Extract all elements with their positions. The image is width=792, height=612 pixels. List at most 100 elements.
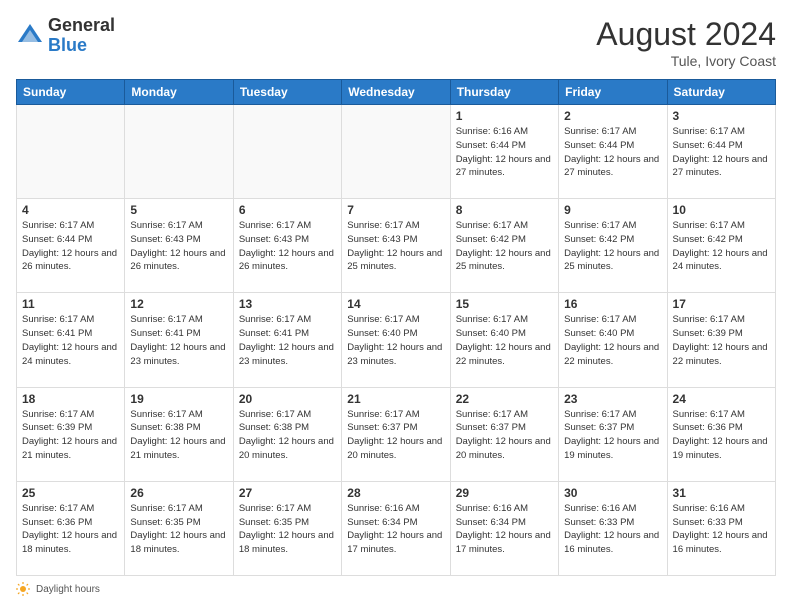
calendar-header-friday: Friday bbox=[559, 80, 667, 105]
day-info: Sunrise: 6:17 AMSunset: 6:40 PMDaylight:… bbox=[456, 313, 553, 368]
calendar-cell-day-3: 3 Sunrise: 6:17 AMSunset: 6:44 PMDaylight… bbox=[667, 105, 775, 199]
day-number: 28 bbox=[347, 486, 444, 500]
calendar-cell-day-12: 12 Sunrise: 6:17 AMSunset: 6:41 PMDayligh… bbox=[125, 293, 233, 387]
day-number: 13 bbox=[239, 297, 336, 311]
logo-blue: Blue bbox=[48, 36, 115, 56]
day-number: 6 bbox=[239, 203, 336, 217]
day-number: 25 bbox=[22, 486, 119, 500]
calendar-cell-day-28: 28 Sunrise: 6:16 AMSunset: 6:34 PMDayligh… bbox=[342, 481, 450, 575]
calendar-week-5: 25 Sunrise: 6:17 AMSunset: 6:36 PMDayligh… bbox=[17, 481, 776, 575]
title-section: August 2024 Tule, Ivory Coast bbox=[596, 16, 776, 69]
logo: General Blue bbox=[16, 16, 115, 56]
calendar-cell-day-25: 25 Sunrise: 6:17 AMSunset: 6:36 PMDayligh… bbox=[17, 481, 125, 575]
calendar-cell-day-21: 21 Sunrise: 6:17 AMSunset: 6:37 PMDayligh… bbox=[342, 387, 450, 481]
day-info: Sunrise: 6:17 AMSunset: 6:37 PMDaylight:… bbox=[564, 408, 661, 463]
day-number: 14 bbox=[347, 297, 444, 311]
header: General Blue August 2024 Tule, Ivory Coa… bbox=[16, 16, 776, 69]
day-info: Sunrise: 6:17 AMSunset: 6:43 PMDaylight:… bbox=[130, 219, 227, 274]
calendar-cell-day-30: 30 Sunrise: 6:16 AMSunset: 6:33 PMDayligh… bbox=[559, 481, 667, 575]
day-info: Sunrise: 6:16 AMSunset: 6:44 PMDaylight:… bbox=[456, 125, 553, 180]
day-number: 7 bbox=[347, 203, 444, 217]
daylight-hours-label: Daylight hours bbox=[36, 584, 100, 595]
calendar-cell-day-5: 5Sunrise: 6:17 AMSunset: 6:43 PMDaylight… bbox=[125, 199, 233, 293]
calendar-header-sunday: Sunday bbox=[17, 80, 125, 105]
day-number: 30 bbox=[564, 486, 661, 500]
calendar-cell-day-15: 15Sunrise: 6:17 AMSunset: 6:40 PMDayligh… bbox=[450, 293, 558, 387]
day-number: 1 bbox=[456, 109, 553, 123]
day-number: 16 bbox=[564, 297, 661, 311]
day-info: Sunrise: 6:17 AMSunset: 6:39 PMDaylight:… bbox=[22, 408, 119, 463]
day-number: 10 bbox=[673, 203, 770, 217]
day-info: Sunrise: 6:17 AMSunset: 6:42 PMDaylight:… bbox=[456, 219, 553, 274]
calendar-cell-day-9: 9Sunrise: 6:17 AMSunset: 6:42 PMDaylight… bbox=[559, 199, 667, 293]
day-info: Sunrise: 6:17 AMSunset: 6:44 PMDaylight:… bbox=[564, 125, 661, 180]
calendar-week-2: 4 Sunrise: 6:17 AMSunset: 6:44 PMDaylight… bbox=[17, 199, 776, 293]
day-info: Sunrise: 6:16 AMSunset: 6:34 PMDaylight:… bbox=[456, 502, 553, 557]
day-number: 24 bbox=[673, 392, 770, 406]
calendar-cell-day-17: 17Sunrise: 6:17 AMSunset: 6:39 PMDayligh… bbox=[667, 293, 775, 387]
calendar-cell-day-16: 16 Sunrise: 6:17 AMSunset: 6:40 PMDayligh… bbox=[559, 293, 667, 387]
day-info: Sunrise: 6:17 AMSunset: 6:38 PMDaylight:… bbox=[130, 408, 227, 463]
calendar-header-wednesday: Wednesday bbox=[342, 80, 450, 105]
logo-text: General Blue bbox=[48, 16, 115, 56]
calendar-cell-day-6: 6 Sunrise: 6:17 AMSunset: 6:43 PMDaylight… bbox=[233, 199, 341, 293]
day-number: 8 bbox=[456, 203, 553, 217]
day-number: 20 bbox=[239, 392, 336, 406]
calendar-cell-day-7: 7 Sunrise: 6:17 AMSunset: 6:43 PMDaylight… bbox=[342, 199, 450, 293]
calendar-cell-day-23: 23Sunrise: 6:17 AMSunset: 6:37 PMDayligh… bbox=[559, 387, 667, 481]
calendar-cell-day-26: 26Sunrise: 6:17 AMSunset: 6:35 PMDayligh… bbox=[125, 481, 233, 575]
calendar-cell-empty bbox=[125, 105, 233, 199]
day-info: Sunrise: 6:17 AMSunset: 6:38 PMDaylight:… bbox=[239, 408, 336, 463]
calendar-cell-day-4: 4 Sunrise: 6:17 AMSunset: 6:44 PMDaylight… bbox=[17, 199, 125, 293]
day-number: 21 bbox=[347, 392, 444, 406]
month-year: August 2024 bbox=[596, 16, 776, 53]
page: General Blue August 2024 Tule, Ivory Coa… bbox=[0, 0, 792, 612]
day-info: Sunrise: 6:17 AMSunset: 6:44 PMDaylight:… bbox=[673, 125, 770, 180]
day-number: 18 bbox=[22, 392, 119, 406]
logo-general: General bbox=[48, 16, 115, 36]
calendar-week-1: 1 Sunrise: 6:16 AMSunset: 6:44 PMDaylight… bbox=[17, 105, 776, 199]
day-info: Sunrise: 6:17 AMSunset: 6:40 PMDaylight:… bbox=[564, 313, 661, 368]
day-number: 3 bbox=[673, 109, 770, 123]
day-info: Sunrise: 6:17 AMSunset: 6:43 PMDaylight:… bbox=[347, 219, 444, 274]
calendar-cell-day-18: 18 Sunrise: 6:17 AMSunset: 6:39 PMDayligh… bbox=[17, 387, 125, 481]
calendar-cell-day-22: 22 Sunrise: 6:17 AMSunset: 6:37 PMDayligh… bbox=[450, 387, 558, 481]
logo-icon bbox=[16, 22, 44, 50]
day-info: Sunrise: 6:17 AMSunset: 6:44 PMDaylight:… bbox=[22, 219, 119, 274]
calendar-cell-day-24: 24Sunrise: 6:17 AMSunset: 6:36 PMDayligh… bbox=[667, 387, 775, 481]
day-info: Sunrise: 6:17 AMSunset: 6:43 PMDaylight:… bbox=[239, 219, 336, 274]
day-number: 27 bbox=[239, 486, 336, 500]
day-info: Sunrise: 6:17 AMSunset: 6:37 PMDaylight:… bbox=[456, 408, 553, 463]
calendar-cell-day-31: 31 Sunrise: 6:16 AMSunset: 6:33 PMDayligh… bbox=[667, 481, 775, 575]
day-number: 26 bbox=[130, 486, 227, 500]
day-number: 22 bbox=[456, 392, 553, 406]
calendar-cell-empty bbox=[17, 105, 125, 199]
calendar-table: SundayMondayTuesdayWednesdayThursdayFrid… bbox=[16, 79, 776, 576]
day-number: 19 bbox=[130, 392, 227, 406]
calendar-cell-day-19: 19 Sunrise: 6:17 AMSunset: 6:38 PMDayligh… bbox=[125, 387, 233, 481]
calendar-cell-day-10: 10Sunrise: 6:17 AMSunset: 6:42 PMDayligh… bbox=[667, 199, 775, 293]
day-info: Sunrise: 6:17 AMSunset: 6:36 PMDaylight:… bbox=[22, 502, 119, 557]
day-number: 12 bbox=[130, 297, 227, 311]
day-number: 4 bbox=[22, 203, 119, 217]
day-info: Sunrise: 6:16 AMSunset: 6:33 PMDaylight:… bbox=[673, 502, 770, 557]
day-number: 31 bbox=[673, 486, 770, 500]
day-info: Sunrise: 6:17 AMSunset: 6:41 PMDaylight:… bbox=[239, 313, 336, 368]
sun-icon bbox=[16, 582, 30, 596]
day-info: Sunrise: 6:17 AMSunset: 6:41 PMDaylight:… bbox=[130, 313, 227, 368]
day-info: Sunrise: 6:17 AMSunset: 6:37 PMDaylight:… bbox=[347, 408, 444, 463]
day-number: 2 bbox=[564, 109, 661, 123]
calendar-week-4: 18 Sunrise: 6:17 AMSunset: 6:39 PMDayligh… bbox=[17, 387, 776, 481]
calendar-cell-day-27: 27 Sunrise: 6:17 AMSunset: 6:35 PMDayligh… bbox=[233, 481, 341, 575]
day-number: 9 bbox=[564, 203, 661, 217]
day-info: Sunrise: 6:16 AMSunset: 6:33 PMDaylight:… bbox=[564, 502, 661, 557]
day-info: Sunrise: 6:16 AMSunset: 6:34 PMDaylight:… bbox=[347, 502, 444, 557]
calendar-cell-empty bbox=[233, 105, 341, 199]
calendar-week-3: 11Sunrise: 6:17 AMSunset: 6:41 PMDayligh… bbox=[17, 293, 776, 387]
calendar-cell-day-11: 11Sunrise: 6:17 AMSunset: 6:41 PMDayligh… bbox=[17, 293, 125, 387]
calendar-cell-day-14: 14Sunrise: 6:17 AMSunset: 6:40 PMDayligh… bbox=[342, 293, 450, 387]
calendar-cell-day-2: 2 Sunrise: 6:17 AMSunset: 6:44 PMDaylight… bbox=[559, 105, 667, 199]
day-info: Sunrise: 6:17 AMSunset: 6:35 PMDaylight:… bbox=[239, 502, 336, 557]
calendar-header-saturday: Saturday bbox=[667, 80, 775, 105]
day-number: 29 bbox=[456, 486, 553, 500]
